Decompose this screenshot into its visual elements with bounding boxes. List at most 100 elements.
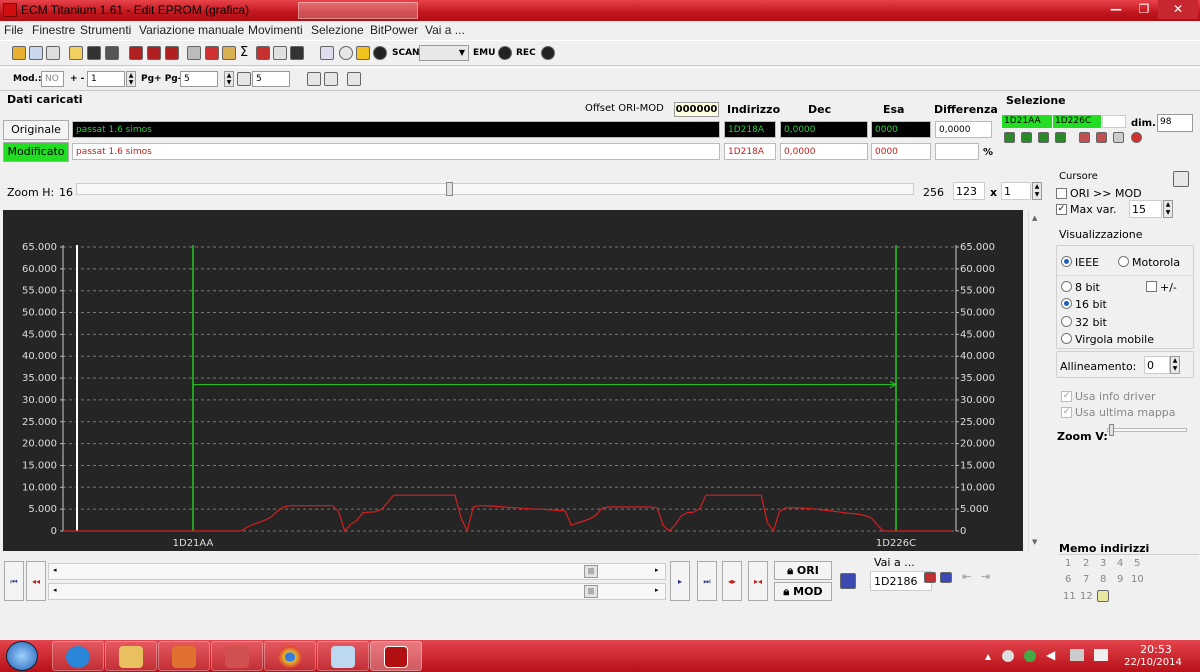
dim-field[interactable]: 98 <box>1157 114 1193 132</box>
memo-9[interactable]: 9 <box>1117 574 1123 585</box>
compare-icon[interactable] <box>147 46 161 60</box>
nav-prev-diff-icon[interactable]: ◂▸ <box>722 561 742 601</box>
taskbar-ecm-titanium[interactable] <box>370 641 422 671</box>
maxvar-checkbox[interactable]: ✓ <box>1056 204 1067 215</box>
mod-scroll-thumb[interactable]: ||| <box>584 585 598 598</box>
page-spinner[interactable]: ▲ ▼ <box>224 71 234 87</box>
select-mid-icon[interactable] <box>1021 132 1032 143</box>
tray-network-icon[interactable] <box>1002 650 1014 662</box>
zoom-h-spinner[interactable]: ▲ ▼ <box>1032 182 1042 200</box>
undo-selection-icon[interactable] <box>1131 132 1142 143</box>
rec-dot-icon[interactable] <box>541 46 555 60</box>
nav-next-icon[interactable]: ▸ <box>670 561 690 601</box>
taskbar-media[interactable] <box>158 641 210 671</box>
selection-start-field[interactable]: 1D21AA <box>1002 115 1052 128</box>
copy-selection-icon[interactable] <box>1079 132 1090 143</box>
menu-strumenti[interactable]: Strumenti <box>80 23 131 37</box>
8bit-radio[interactable] <box>1061 281 1072 292</box>
flag-icon[interactable] <box>840 573 856 589</box>
zoom-h-value[interactable]: 123 <box>953 182 985 200</box>
mod-scrollbar[interactable]: ◂ ||| ▸ <box>48 583 666 600</box>
mod-hex-field[interactable]: 0000 <box>871 143 931 160</box>
mod-dec-field[interactable]: 0,0000 <box>780 143 868 160</box>
lock-icon[interactable] <box>339 46 353 60</box>
ieee-radio[interactable] <box>1061 256 1072 267</box>
taskbar-snipping[interactable] <box>211 641 263 671</box>
select-block-icon[interactable] <box>1038 132 1049 143</box>
chart-vertical-scrollbar[interactable]: ▲ ▼ <box>1028 210 1044 551</box>
taskbar-notes[interactable] <box>317 641 369 671</box>
goto-back-icon[interactable]: ⇤ <box>962 570 971 583</box>
scroll-down-icon[interactable]: ▼ <box>1032 538 1037 546</box>
mod-button[interactable]: 🔒︎ MOD <box>774 582 832 601</box>
selection-extra-field[interactable] <box>1102 115 1126 128</box>
menu-file[interactable]: File <box>4 23 23 37</box>
page-field[interactable]: 5 <box>180 71 218 87</box>
select-start-icon[interactable] <box>1004 132 1015 143</box>
start-button-icon[interactable] <box>6 641 38 671</box>
menu-selezione[interactable]: Selezione <box>311 23 364 37</box>
memo-12[interactable]: 12 <box>1080 591 1093 602</box>
minimize-button[interactable]: — <box>1102 0 1130 19</box>
clock-time[interactable]: 20:53 <box>1134 643 1178 656</box>
virgola-mobile-radio[interactable] <box>1061 333 1072 344</box>
copy-icon[interactable] <box>29 46 43 60</box>
nav-first-icon[interactable]: ⏮ <box>4 561 24 601</box>
home-icon[interactable] <box>12 46 26 60</box>
original-name-field[interactable]: passat 1.6 simos <box>72 121 720 138</box>
goto-mod-icon[interactable] <box>940 572 952 583</box>
menu-vai-a[interactable]: Vai a ... <box>425 23 465 37</box>
menu-finestre[interactable]: Finestre <box>32 23 75 37</box>
memo-2[interactable]: 2 <box>1083 558 1089 569</box>
background-tab-1[interactable] <box>298 2 418 19</box>
ori-scrollbar[interactable]: ◂ ||| ▸ <box>48 563 666 580</box>
memo-11[interactable]: 11 <box>1063 591 1076 602</box>
memo-1[interactable]: 1 <box>1065 558 1071 569</box>
16bit-radio[interactable] <box>1061 298 1072 309</box>
modificato-button[interactable]: Modificato <box>3 142 69 162</box>
nav-last-icon[interactable]: ⏭ <box>697 561 717 601</box>
nav-next-diff-icon[interactable]: ▸◂ <box>748 561 768 601</box>
tray-volume-icon[interactable]: ◀︎ <box>1046 648 1055 662</box>
paste-selection-icon[interactable] <box>1096 132 1107 143</box>
plusminus-checkbox[interactable] <box>1146 281 1157 292</box>
columns-field[interactable]: 5 <box>252 71 290 87</box>
ori-scroll-left-icon[interactable]: ◂ <box>53 566 57 574</box>
goto-forward-icon[interactable]: ⇥ <box>981 570 990 583</box>
selection-end-field[interactable]: 1D226C <box>1053 115 1101 128</box>
ori-button[interactable]: 🔒︎ ORI <box>774 561 832 580</box>
ori-mod-checkbox[interactable] <box>1056 188 1067 199</box>
close-button[interactable]: ✕ <box>1158 0 1198 19</box>
mod-diff-field[interactable] <box>935 143 979 160</box>
map-view-icon[interactable] <box>347 72 361 86</box>
chart-canvas[interactable]: 65.000 65.000 60.000 60.000 55.000 55.000 50.0… <box>3 210 1023 551</box>
offset-field[interactable]: 000000 <box>674 102 719 117</box>
save-as-icon[interactable] <box>105 46 119 60</box>
usa-mappa-checkbox[interactable]: ✓ <box>1061 407 1072 418</box>
ori-scroll-right-icon[interactable]: ▸ <box>655 566 659 574</box>
cursor-lock-icon[interactable] <box>1173 171 1189 187</box>
scan-dropdown[interactable]: ▼ <box>419 45 469 61</box>
goto-ori-icon[interactable] <box>924 572 936 583</box>
tray-flag-icon[interactable] <box>1094 649 1108 661</box>
eprom-chart[interactable]: 65.000 65.000 60.000 60.000 55.000 55.000 50.0… <box>3 210 1023 551</box>
zoom-h-thumb[interactable] <box>446 182 454 196</box>
save-icon[interactable] <box>87 46 101 60</box>
32bit-radio[interactable] <box>1061 316 1072 327</box>
tools-icon[interactable] <box>187 46 201 60</box>
memo-save-icon[interactable] <box>1097 590 1109 602</box>
scroll-up-icon[interactable]: ▲ <box>1032 214 1037 222</box>
motorola-radio[interactable] <box>1118 256 1129 267</box>
checksum-icon[interactable] <box>129 46 143 60</box>
tray-display-icon[interactable] <box>1070 649 1084 661</box>
clock-date[interactable]: 22/10/2014 <box>1120 657 1186 668</box>
taskbar-chrome[interactable] <box>264 641 316 671</box>
memo-10[interactable]: 10 <box>1131 574 1144 585</box>
menu-variazione-manuale[interactable]: Variazione manuale <box>139 23 244 37</box>
binoculars-icon[interactable] <box>290 46 304 60</box>
calendar-icon[interactable] <box>165 46 179 60</box>
clear-selection-icon[interactable] <box>1113 132 1124 143</box>
taskbar-ie[interactable] <box>52 641 104 671</box>
graph-icon[interactable] <box>273 46 287 60</box>
grid-view-icon[interactable] <box>307 72 321 86</box>
